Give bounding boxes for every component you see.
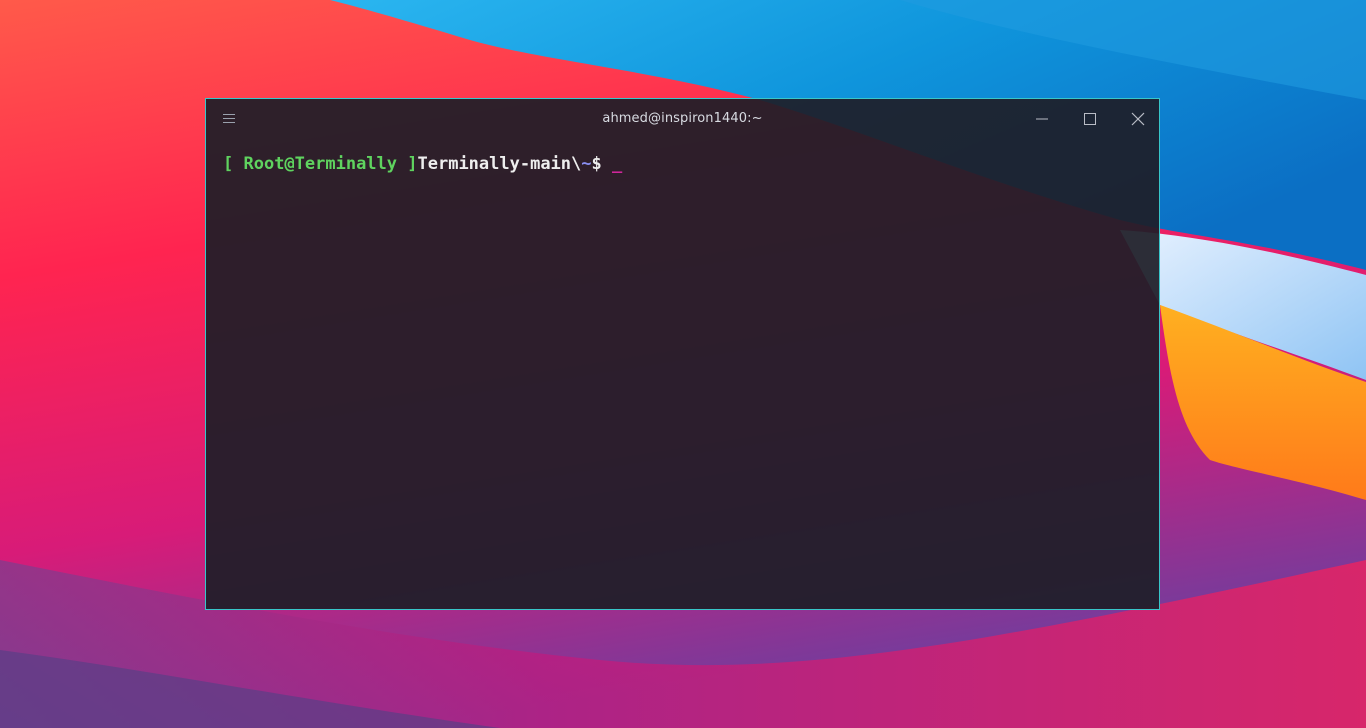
- prompt-open-bracket: [: [223, 154, 244, 174]
- minimize-icon[interactable]: [1031, 109, 1053, 129]
- prompt-close-bracket: ]: [397, 154, 418, 174]
- terminal-output[interactable]: [ Root@Terminally ]Terminally-main\~$ _: [223, 153, 1149, 175]
- prompt-user-host: Root@Terminally: [243, 154, 398, 174]
- terminal-window[interactable]: ahmed@inspiron1440:~ [ Root@Terminally ]…: [205, 98, 1160, 610]
- close-icon[interactable]: [1127, 109, 1149, 129]
- prompt-dollar: $: [591, 154, 612, 174]
- terminal-cursor: _: [612, 154, 623, 174]
- maximize-icon[interactable]: [1079, 109, 1101, 129]
- window-titlebar[interactable]: ahmed@inspiron1440:~: [206, 99, 1159, 139]
- prompt-directory: Terminally-main\: [417, 154, 582, 174]
- window-title: ahmed@inspiron1440:~: [602, 111, 763, 126]
- prompt-tilde: ~: [581, 154, 592, 174]
